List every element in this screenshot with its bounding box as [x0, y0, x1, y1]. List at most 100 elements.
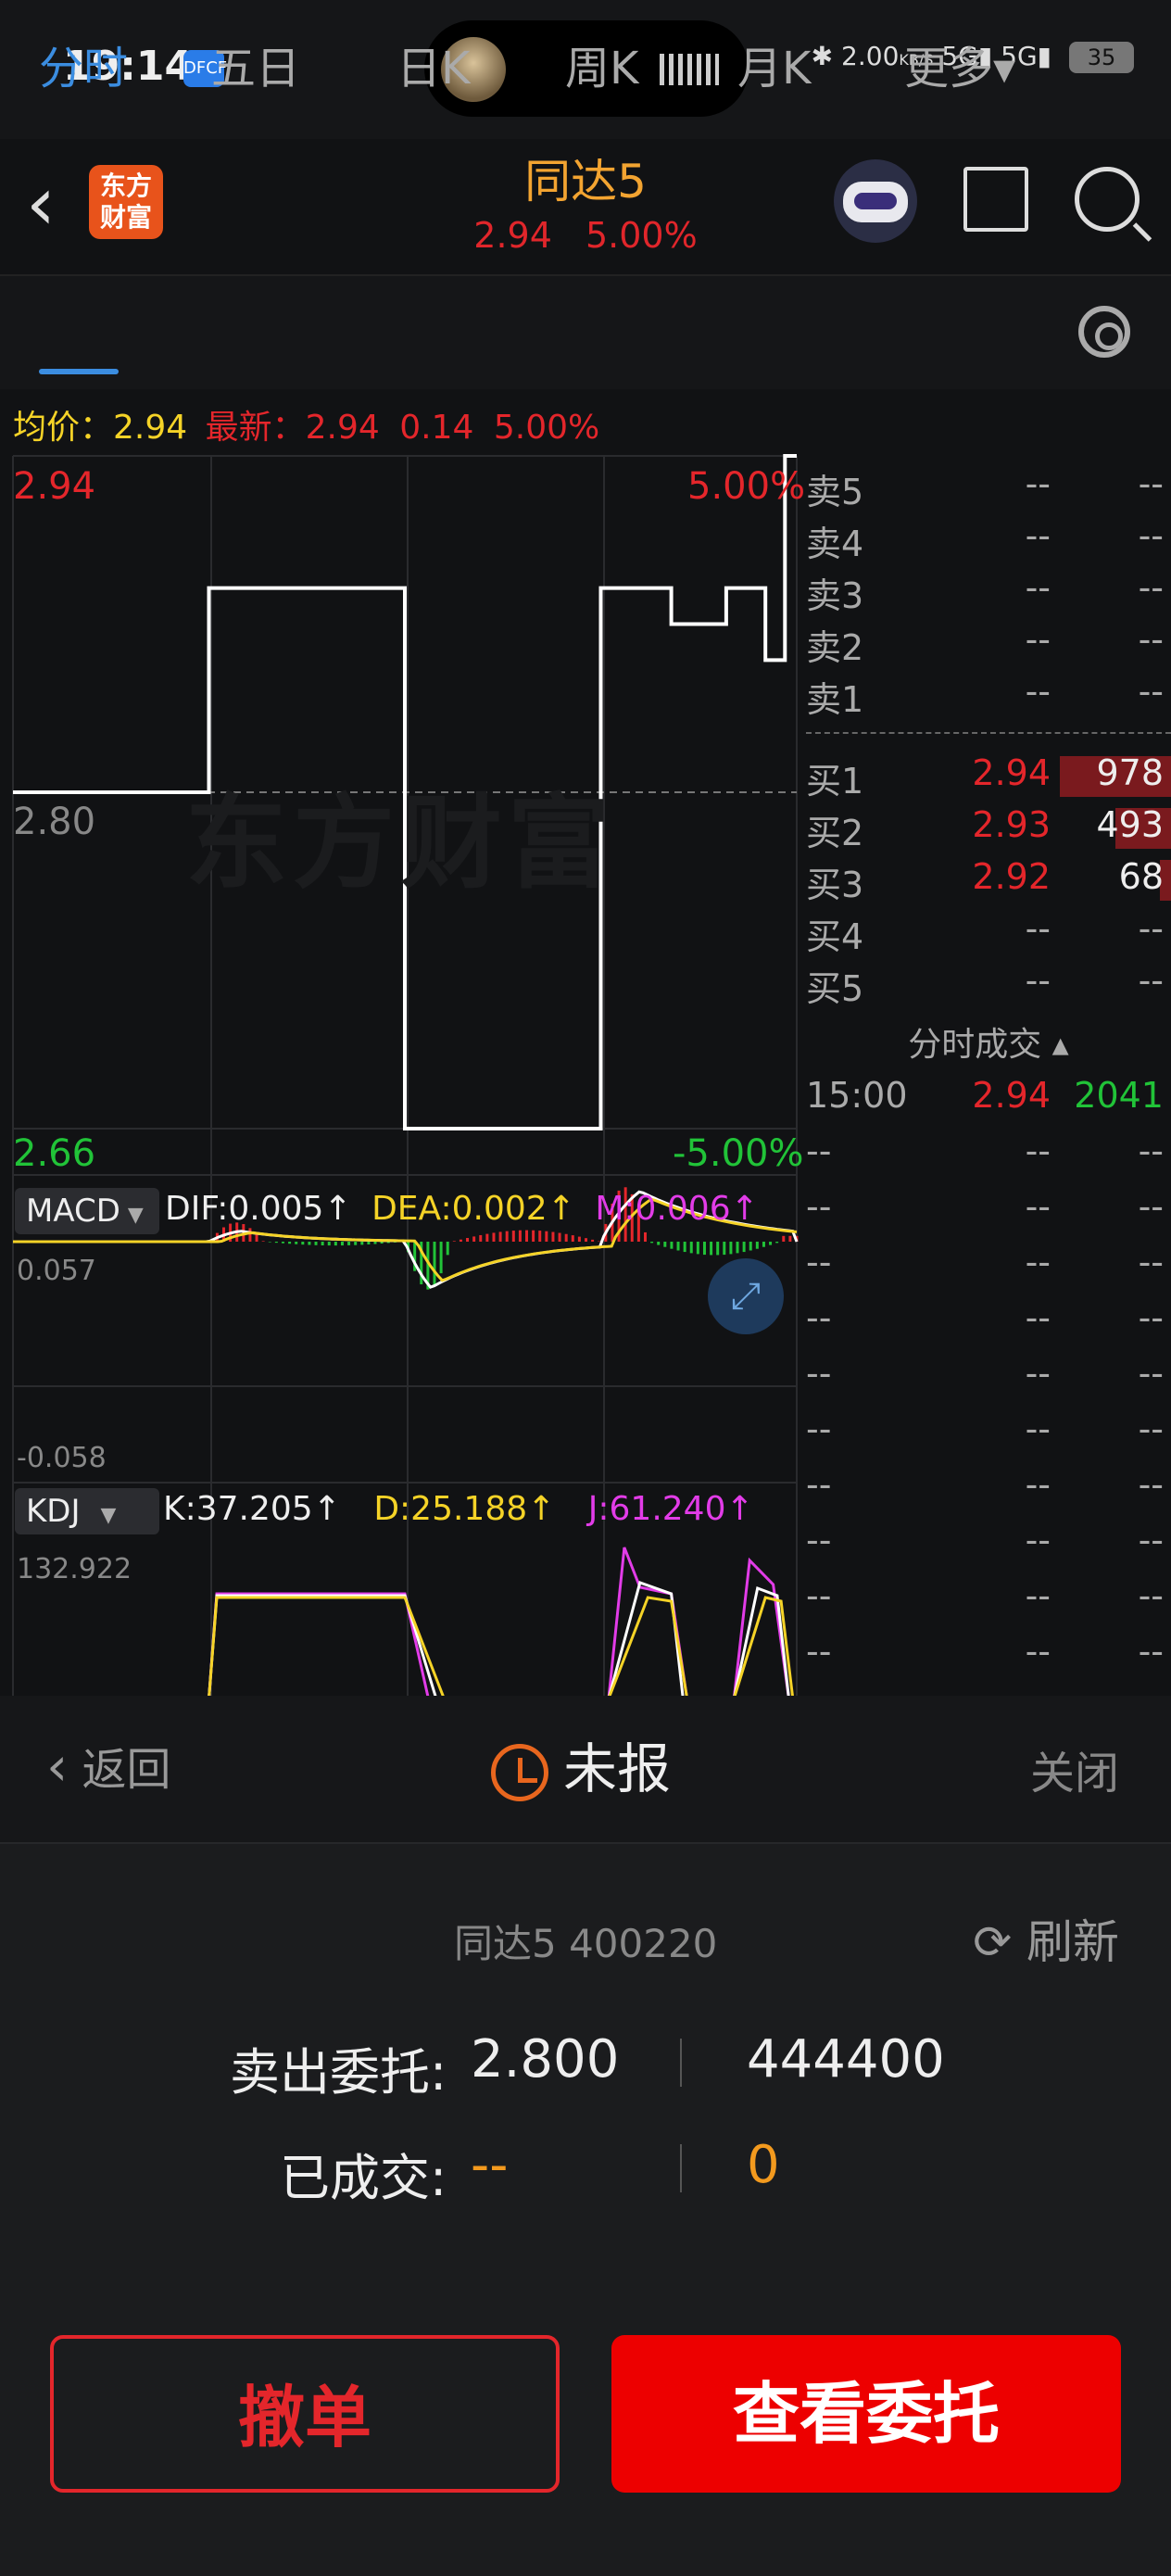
tab-monthly-k[interactable]: 月K — [737, 32, 811, 96]
row-label: -- — [806, 1631, 832, 1672]
row-volume: -- — [1138, 463, 1164, 504]
order-status-label: 未报 — [563, 1737, 672, 1800]
row-price: -- — [1025, 1464, 1051, 1505]
chart-tabs — [0, 274, 1171, 389]
trade-row[interactable]: -- -- -- — [806, 1520, 1171, 1570]
row-price: -- — [1025, 1575, 1051, 1616]
gear-icon[interactable] — [1078, 306, 1130, 358]
panel-back-button[interactable]: ‹ 返回 — [46, 1733, 170, 1798]
row-label: 卖2 — [806, 627, 864, 668]
bid-row[interactable]: 买2 2.93 493 — [806, 804, 1171, 854]
ask-row[interactable]: 卖5 -- -- — [806, 463, 1171, 513]
trade-row[interactable]: -- -- -- — [806, 1242, 1171, 1292]
refresh-label: 刷新 — [1026, 1915, 1119, 1969]
row-label: -- — [806, 1353, 832, 1394]
tab-weekly-k[interactable]: 周K — [565, 32, 638, 96]
change-value: 0.14 — [399, 409, 474, 447]
panel-close-button[interactable]: 关闭 — [1030, 1736, 1119, 1801]
macd-selector[interactable]: MACD ▼ — [15, 1188, 159, 1234]
bid-row[interactable]: 买3 2.92 68 — [806, 856, 1171, 906]
watermark: 东方财富 — [185, 784, 615, 903]
battery-icon: 35 — [1069, 42, 1134, 73]
row-volume: 68 — [1118, 856, 1164, 897]
search-icon[interactable] — [1075, 167, 1140, 232]
row-price: -- — [1025, 908, 1051, 949]
bid-row[interactable]: 买5 -- -- — [806, 960, 1171, 1010]
trade-row[interactable]: -- -- -- — [806, 1130, 1171, 1181]
row-label: -- — [806, 1408, 832, 1449]
tab-more[interactable]: 更多▾ — [904, 32, 1015, 96]
trade-row[interactable]: -- -- -- — [806, 1575, 1171, 1625]
signal-icon: ▮ — [1037, 41, 1052, 71]
trade-row[interactable]: -- -- -- — [806, 1631, 1171, 1681]
ask-row[interactable]: 卖3 -- -- — [806, 567, 1171, 617]
filled-label: 已成交: — [280, 2149, 447, 2207]
view-orders-button[interactable]: 查看委托 — [611, 2335, 1121, 2493]
ask-row[interactable]: 卖2 -- -- — [806, 619, 1171, 669]
header-change-pct: 5.00% — [585, 215, 698, 256]
ask-bid-separator — [806, 732, 1171, 734]
filled-price: -- — [471, 2135, 509, 2195]
expand-icon[interactable]: ⤢ — [708, 1258, 784, 1334]
macd-dea: DEA:0.002↑ — [371, 1190, 575, 1228]
row-label: 卖5 — [806, 472, 864, 512]
row-volume: -- — [1138, 960, 1164, 1001]
change-pct: 5.00% — [493, 409, 600, 447]
trade-row[interactable]: -- -- -- — [806, 1408, 1171, 1458]
share-icon[interactable] — [963, 167, 1028, 232]
row-price: 2.92 — [972, 856, 1051, 897]
row-price: -- — [1025, 1408, 1051, 1449]
chevron-down-icon: ▼ — [127, 1204, 144, 1227]
macd-min-label: -0.058 — [17, 1442, 107, 1474]
trade-row[interactable]: -- -- -- — [806, 1464, 1171, 1514]
macd-values: DIF:0.005↑ DEA:0.002↑ M:0.006↑ — [165, 1190, 759, 1228]
bid-row[interactable]: 买4 -- -- — [806, 908, 1171, 958]
kdj-j-line — [208, 1592, 430, 1696]
row-volume: -- — [1138, 1353, 1164, 1394]
row-label: 买3 — [806, 865, 864, 905]
sell-order-price: 2.800 — [471, 2029, 620, 2090]
ask-row[interactable]: 卖1 -- -- — [806, 671, 1171, 721]
row-label: -- — [806, 1520, 832, 1560]
order-status: 未报 — [491, 1725, 671, 1803]
trade-row[interactable]: -- -- -- — [806, 1353, 1171, 1403]
trade-row[interactable]: 15:00 2.94 2041 — [806, 1075, 1171, 1125]
row-volume: -- — [1138, 671, 1164, 712]
tab-daily-k[interactable]: 日K — [397, 32, 470, 96]
chevron-left-icon: ‹ — [46, 1735, 69, 1798]
stock-code: 同达5 400220 — [454, 1921, 718, 1966]
row-volume: -- — [1138, 1464, 1164, 1505]
ask-row[interactable]: 卖4 -- -- — [806, 515, 1171, 565]
bid-row[interactable]: 买1 2.94 978 — [806, 752, 1171, 802]
y-mid-label: 2.80 — [13, 801, 96, 843]
cancel-order-button[interactable]: 撤单 — [50, 2335, 560, 2493]
tab-intraday[interactable]: 分时 — [39, 32, 128, 96]
trades-title[interactable]: 分时成交 ▴ — [806, 1017, 1171, 1066]
trade-row[interactable]: -- -- -- — [806, 1297, 1171, 1347]
row-price: -- — [1025, 1186, 1051, 1227]
kdj-selector[interactable]: KDJ ▼ — [15, 1488, 159, 1534]
row-label: -- — [806, 1464, 832, 1505]
filled-qty: 0 — [747, 2135, 780, 2195]
refresh-button[interactable]: ⟳ 刷新 — [973, 1905, 1119, 1972]
row-label: -- — [806, 1575, 832, 1616]
kdj-selector-label: KDJ — [26, 1493, 81, 1530]
pct-min-label: -5.00% — [673, 1132, 804, 1175]
row-price: -- — [1025, 960, 1051, 1001]
quote-line: 均价：2.94 最新：2.94 0.14 5.00% — [13, 400, 599, 448]
trade-row[interactable]: -- -- -- — [806, 1186, 1171, 1236]
kdj-max-label: 132.922 — [17, 1553, 132, 1585]
tab-five-day[interactable]: 五日 — [211, 32, 300, 96]
row-volume: -- — [1138, 515, 1164, 556]
row-volume: -- — [1138, 619, 1164, 660]
row-volume: -- — [1138, 1575, 1164, 1616]
panel-back-label: 返回 — [82, 1744, 171, 1796]
row-price: -- — [1025, 1297, 1051, 1338]
row-label: 卖3 — [806, 575, 864, 616]
row-price: -- — [1025, 1130, 1051, 1171]
divider — [680, 2144, 682, 2192]
row-label: -- — [806, 1297, 832, 1338]
row-price: -- — [1025, 1520, 1051, 1560]
row-volume: 978 — [1096, 752, 1164, 793]
avg-label: 均价： — [13, 409, 114, 447]
